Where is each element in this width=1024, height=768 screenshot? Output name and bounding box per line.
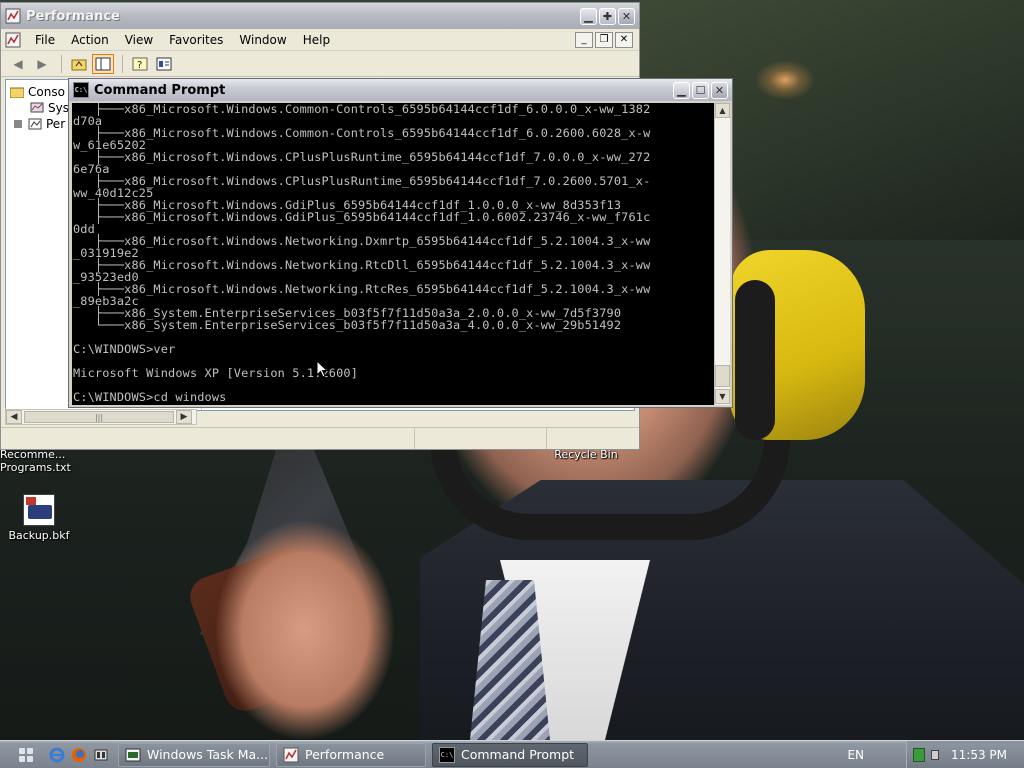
clock[interactable]: 11:53 PM bbox=[951, 748, 1007, 762]
console-line: ├───x86_Microsoft.Windows.Common-Control… bbox=[73, 126, 651, 140]
quicklaunch-ie-icon[interactable] bbox=[46, 744, 68, 766]
console-vertical-scrollbar[interactable]: ▲ ▼ bbox=[714, 103, 730, 405]
menu-action[interactable]: Action bbox=[63, 33, 117, 47]
desktop-icon-label: Programs.txt bbox=[0, 461, 71, 474]
quicklaunch-media-icon[interactable] bbox=[90, 744, 112, 766]
windows-logo-icon bbox=[19, 747, 33, 762]
tree-horizontal-scrollbar[interactable]: ◀ ||| ▶ bbox=[5, 409, 197, 425]
up-folder-icon[interactable] bbox=[68, 54, 90, 74]
folder-icon bbox=[10, 87, 24, 98]
console-line: ├───x86_Microsoft.Windows.Common-Control… bbox=[73, 103, 651, 116]
mmc-app-icon bbox=[5, 8, 21, 24]
show-hide-tree-icon[interactable] bbox=[92, 53, 114, 74]
forward-arrow-icon[interactable]: ▶ bbox=[31, 54, 53, 74]
help-icon[interactable]: ? bbox=[129, 54, 151, 74]
desktop-icon-label: Backup.bkf bbox=[8, 529, 70, 542]
command-prompt-titlebar[interactable]: C:\ Command Prompt ▁ ☐ ✕ bbox=[69, 79, 732, 101]
task-button-command-prompt[interactable]: C:\ Command Prompt bbox=[432, 742, 588, 767]
console-line: └───x86_System.EnterpriseServices_b03f5f… bbox=[73, 318, 622, 332]
close-button[interactable]: ✕ bbox=[711, 81, 728, 99]
quicklaunch-firefox-icon[interactable] bbox=[68, 744, 90, 766]
menu-bar: File Action View Favorites Window Help _… bbox=[1, 29, 639, 51]
svg-text:?: ? bbox=[137, 60, 142, 71]
menu-favorites[interactable]: Favorites bbox=[161, 33, 231, 47]
maximize-button[interactable]: ☐ bbox=[692, 81, 709, 99]
command-prompt-window[interactable]: C:\ Command Prompt ▁ ☐ ✕ ├───x86_Microso… bbox=[68, 78, 733, 408]
console-output[interactable]: ├───x86_Microsoft.Windows.Common-Control… bbox=[72, 103, 714, 405]
close-button[interactable]: ✕ bbox=[618, 7, 635, 25]
performance-logs-icon bbox=[28, 118, 42, 130]
task-manager-icon bbox=[125, 748, 141, 761]
console-line: ├───x86_Microsoft.Windows.CPlusPlusRunti… bbox=[73, 150, 651, 164]
task-button-label: Performance bbox=[305, 747, 385, 762]
task-button-performance[interactable]: Performance bbox=[276, 742, 426, 767]
scroll-thumb[interactable]: ||| bbox=[24, 411, 174, 423]
tree-item-performance-logs[interactable]: Per bbox=[14, 116, 65, 132]
window-title: Command Prompt bbox=[94, 82, 226, 98]
status-cell bbox=[1, 428, 415, 449]
minimize-button[interactable]: ▁ bbox=[673, 81, 690, 99]
desktop-icon-backup[interactable]: Backup.bkf bbox=[2, 494, 76, 542]
photo-ear-muff-inner bbox=[735, 280, 775, 440]
mdi-document-icon[interactable] bbox=[5, 32, 21, 48]
tree-expander-icon[interactable] bbox=[14, 120, 22, 128]
scroll-down-arrow-icon[interactable]: ▼ bbox=[715, 389, 730, 404]
status-cell bbox=[547, 428, 637, 449]
toolbar-separator bbox=[122, 54, 123, 73]
tray-network-icon[interactable] bbox=[913, 747, 925, 762]
tree-item-system-monitor[interactable]: Sys bbox=[30, 100, 69, 116]
desktop-icon-recommended-programs[interactable]: Recomme... Programs.txt bbox=[0, 448, 80, 474]
task-button-label: Windows Task Ma... bbox=[147, 747, 269, 762]
console-line: ├───x86_Microsoft.Windows.Networking.Rtc… bbox=[73, 258, 651, 272]
tree-item-console-root[interactable]: Conso bbox=[10, 84, 65, 100]
performance-titlebar[interactable]: Performance ▁ ✚ ✕ bbox=[1, 3, 639, 29]
task-button-label: Command Prompt bbox=[461, 747, 575, 762]
start-button[interactable] bbox=[6, 743, 46, 767]
menu-help[interactable]: Help bbox=[295, 33, 338, 47]
cmd-app-icon: C:\ bbox=[73, 82, 89, 98]
language-indicator[interactable]: EN bbox=[847, 748, 864, 762]
console-line: ├───x86_Microsoft.Windows.CPlusPlusRunti… bbox=[73, 174, 651, 188]
scroll-up-arrow-icon[interactable]: ▲ bbox=[715, 103, 730, 118]
menu-view[interactable]: View bbox=[117, 33, 161, 47]
background-lights bbox=[740, 40, 1024, 130]
scroll-thumb[interactable] bbox=[715, 365, 730, 387]
tree-item-label: Per bbox=[46, 117, 66, 131]
console-line: Microsoft Windows XP [Version 5.1.2600] bbox=[73, 366, 359, 380]
console-line: ├───x86_Microsoft.Windows.Networking.Rtc… bbox=[73, 282, 651, 296]
console-line: C:\WINDOWS>ver bbox=[73, 342, 176, 356]
console-line: C:\WINDOWS>cd windows bbox=[73, 390, 227, 404]
task-button-task-manager[interactable]: Windows Task Ma... bbox=[118, 742, 270, 767]
tree-item-label: Conso bbox=[28, 85, 65, 99]
mouse-pointer-icon bbox=[316, 360, 328, 378]
mdi-controls: _ ❐ ✕ bbox=[573, 31, 633, 48]
toolbar: ◀ ▶ ? bbox=[1, 51, 639, 77]
console-line: ├───x86_Microsoft.Windows.GdiPlus_6595b6… bbox=[73, 210, 651, 224]
tray-status-icon[interactable] bbox=[931, 749, 939, 760]
properties-icon[interactable] bbox=[153, 54, 175, 74]
taskbar: Windows Task Ma... Performance C:\ Comma… bbox=[0, 740, 1024, 768]
menu-window[interactable]: Window bbox=[231, 33, 294, 47]
backup-file-icon bbox=[23, 494, 55, 526]
status-bar bbox=[1, 427, 639, 449]
tree-item-label: Sys bbox=[48, 101, 69, 115]
maximize-button[interactable]: ✚ bbox=[599, 7, 616, 25]
mdi-minimize-button[interactable]: _ bbox=[575, 31, 593, 48]
system-tray: 11:53 PM bbox=[906, 740, 1024, 768]
back-arrow-icon[interactable]: ◀ bbox=[7, 54, 29, 74]
console-line: ├───x86_Microsoft.Windows.Networking.Dxm… bbox=[73, 234, 651, 248]
cmd-app-icon: C:\ bbox=[439, 746, 455, 763]
minimize-button[interactable]: ▁ bbox=[580, 7, 597, 25]
window-title: Performance bbox=[26, 8, 120, 24]
photo-hand bbox=[195, 520, 395, 740]
menu-file[interactable]: File bbox=[27, 33, 63, 47]
mmc-app-icon bbox=[283, 747, 299, 762]
toolbar-separator bbox=[61, 54, 62, 73]
mdi-close-button[interactable]: ✕ bbox=[615, 31, 633, 48]
status-cell bbox=[415, 428, 547, 449]
system-monitor-icon bbox=[30, 102, 44, 113]
scroll-left-arrow-icon[interactable]: ◀ bbox=[6, 410, 22, 424]
scroll-right-arrow-icon[interactable]: ▶ bbox=[176, 410, 192, 424]
mdi-restore-button[interactable]: ❐ bbox=[595, 31, 613, 48]
